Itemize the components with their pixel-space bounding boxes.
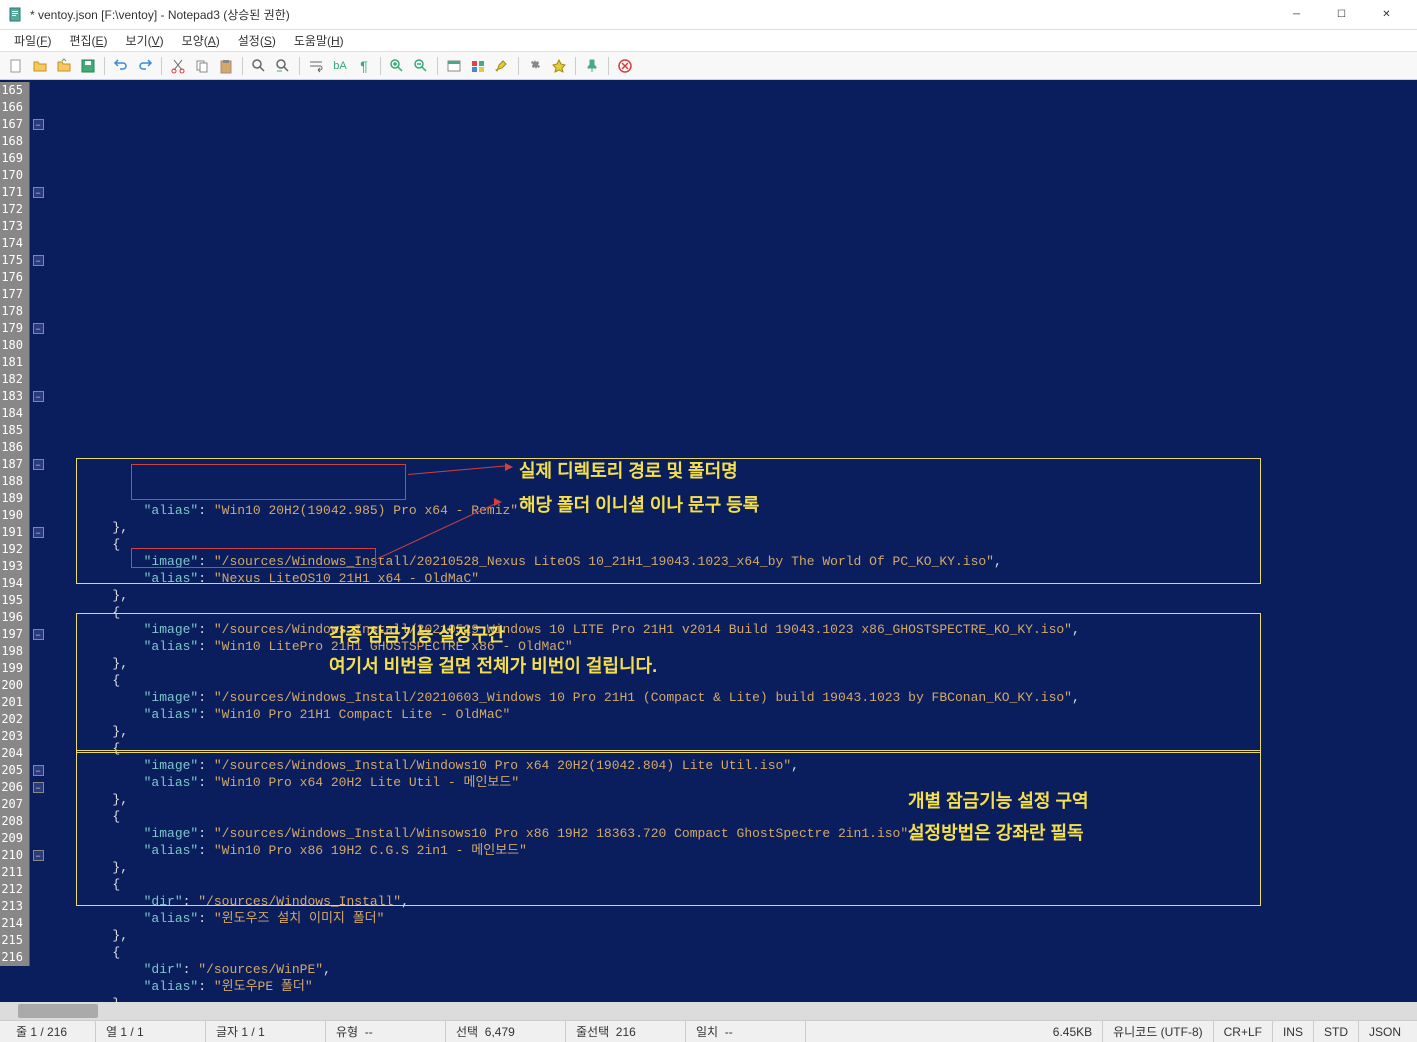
code-content[interactable]: 실제 디렉토리 경로 및 폴더명 해당 폴더 이니셜 이나 문구 등록 각종 잠… bbox=[46, 80, 1417, 1002]
status-lineselect: 줄선택 216 bbox=[566, 1021, 686, 1042]
highlight-icon[interactable] bbox=[492, 56, 512, 76]
menu-shape[interactable]: 모양(A) bbox=[174, 30, 228, 51]
window-titlebar: * ventoy.json [F:\ventoy] - Notepad3 (상승… bbox=[0, 0, 1417, 30]
history-icon[interactable] bbox=[54, 56, 74, 76]
status-line: 줄 1 / 216 bbox=[6, 1021, 96, 1042]
status-match: 일치 -- bbox=[686, 1021, 806, 1042]
status-type: 유형 -- bbox=[326, 1021, 446, 1042]
annotation-arrow-1 bbox=[408, 465, 508, 475]
minimize-button[interactable]: ─ bbox=[1274, 0, 1319, 30]
copy-icon[interactable] bbox=[192, 56, 212, 76]
whitespace-icon[interactable]: ¶ bbox=[354, 56, 374, 76]
status-size: 6.45KB bbox=[1043, 1021, 1103, 1042]
app-icon bbox=[8, 7, 24, 23]
word-wrap-icon[interactable] bbox=[306, 56, 326, 76]
favorites-icon[interactable] bbox=[549, 56, 569, 76]
status-language[interactable]: JSON bbox=[1359, 1021, 1411, 1042]
pin-icon[interactable] bbox=[582, 56, 602, 76]
zoom-out-icon[interactable] bbox=[411, 56, 431, 76]
menu-view[interactable]: 보기(V) bbox=[118, 30, 172, 51]
menu-file[interactable]: 파일(F) bbox=[6, 30, 59, 51]
open-file-icon[interactable] bbox=[30, 56, 50, 76]
code-editor[interactable]: 1651661671681691701711721731741751761771… bbox=[0, 80, 1417, 1002]
menu-settings[interactable]: 설정(S) bbox=[230, 30, 284, 51]
case-icon[interactable]: bA bbox=[330, 56, 350, 76]
cancel-icon[interactable] bbox=[615, 56, 635, 76]
close-button[interactable]: ✕ bbox=[1364, 0, 1409, 30]
fold-column[interactable] bbox=[30, 80, 46, 1002]
status-mode: STD bbox=[1314, 1021, 1359, 1042]
annotation-redbox-dir bbox=[131, 464, 406, 500]
find-icon[interactable] bbox=[249, 56, 269, 76]
scrollbar-thumb[interactable] bbox=[18, 1004, 98, 1018]
save-icon[interactable] bbox=[78, 56, 98, 76]
redo-icon[interactable] bbox=[135, 56, 155, 76]
menu-bar: 파일(F) 편집(E) 보기(V) 모양(A) 설정(S) 도움말(H) bbox=[0, 30, 1417, 52]
status-insert-mode[interactable]: INS bbox=[1273, 1021, 1314, 1042]
menu-edit[interactable]: 편집(E) bbox=[61, 30, 115, 51]
status-column: 열 1 / 1 bbox=[96, 1021, 206, 1042]
zoom-in-icon[interactable] bbox=[387, 56, 407, 76]
undo-icon[interactable] bbox=[111, 56, 131, 76]
arrow-head-icon bbox=[505, 463, 513, 471]
theme-icon[interactable] bbox=[468, 56, 488, 76]
settings-icon[interactable] bbox=[525, 56, 545, 76]
replace-icon[interactable] bbox=[273, 56, 293, 76]
paste-icon[interactable] bbox=[216, 56, 236, 76]
line-number-gutter: 1651661671681691701711721731741751761771… bbox=[0, 80, 30, 1002]
status-eol[interactable]: CR+LF bbox=[1214, 1021, 1273, 1042]
annotation-text-dir: 실제 디렉토리 경로 및 폴더명 bbox=[519, 458, 738, 485]
toolbar: bA ¶ bbox=[0, 52, 1417, 80]
horizontal-scrollbar[interactable] bbox=[0, 1002, 1417, 1020]
status-encoding[interactable]: 유니코드 (UTF-8) bbox=[1103, 1021, 1213, 1042]
new-file-icon[interactable] bbox=[6, 56, 26, 76]
status-char: 글자 1 / 1 bbox=[206, 1021, 326, 1042]
maximize-button[interactable]: ☐ bbox=[1319, 0, 1364, 30]
cut-icon[interactable] bbox=[168, 56, 188, 76]
status-bar: 줄 1 / 216 열 1 / 1 글자 1 / 1 유형 -- 선택 6,47… bbox=[0, 1020, 1417, 1042]
scheme-icon[interactable] bbox=[444, 56, 464, 76]
menu-help[interactable]: 도움말(H) bbox=[286, 30, 352, 51]
status-selection: 선택 6,479 bbox=[446, 1021, 566, 1042]
window-title: * ventoy.json [F:\ventoy] - Notepad3 (상승… bbox=[30, 6, 1274, 23]
